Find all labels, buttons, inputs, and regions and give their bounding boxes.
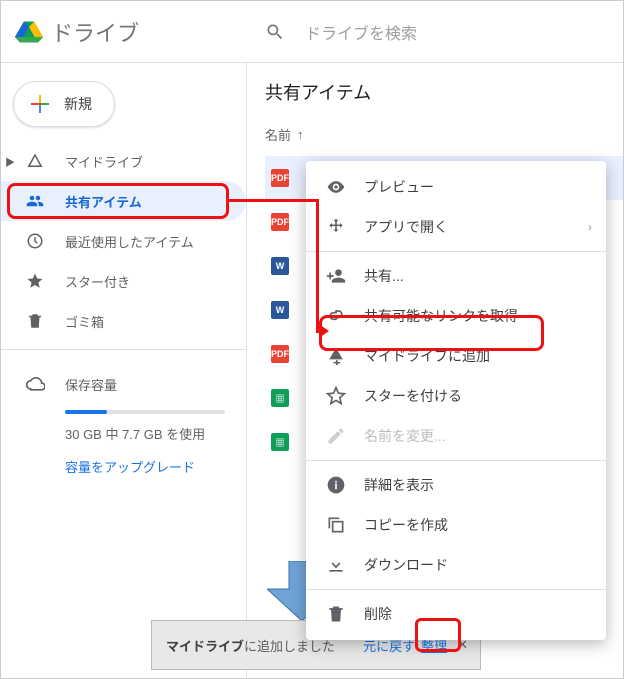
word-icon: W xyxy=(271,301,289,319)
nav-label: 最近使用したアイテム xyxy=(65,232,194,251)
ctx-add-to-drive[interactable]: マイドライブに追加 xyxy=(306,336,606,376)
download-icon xyxy=(326,555,346,575)
new-button[interactable]: 新規 xyxy=(13,81,115,127)
ctx-open-with[interactable]: アプリで開く › xyxy=(306,207,606,247)
ctx-label: スターを付ける xyxy=(364,386,462,406)
info-icon xyxy=(326,475,346,495)
ctx-share[interactable]: 共有... xyxy=(306,256,606,296)
page-title: 共有アイテム xyxy=(265,79,623,105)
search-placeholder: ドライブを検索 xyxy=(305,20,417,44)
link-icon xyxy=(326,306,346,326)
context-menu: プレビュー アプリで開く › 共有... 共有可能なリンクを取得 マイドライブに… xyxy=(306,161,606,640)
sheet-icon: ▦ xyxy=(271,389,289,407)
storage-heading: 保存容量 xyxy=(65,375,117,394)
ctx-label: 共有... xyxy=(364,266,404,286)
separator xyxy=(306,460,606,461)
ctx-label: マイドライブに追加 xyxy=(364,346,490,366)
ctx-label: アプリで開く xyxy=(364,217,448,237)
ctx-label: 共有可能なリンクを取得 xyxy=(364,306,518,326)
pdf-icon: PDF xyxy=(271,213,289,231)
nav-item-shared[interactable]: 共有アイテム xyxy=(1,181,246,221)
chevron-right-icon[interactable]: ▶ xyxy=(5,154,15,169)
column-header-name[interactable]: 名前 ↑ xyxy=(265,125,623,144)
ctx-label: 詳細を表示 xyxy=(364,475,434,495)
clock-icon xyxy=(25,231,45,251)
nav-item-my-drive[interactable]: ▶ マイドライブ xyxy=(1,141,246,181)
drive-triangle-icon xyxy=(25,151,45,171)
search-bar[interactable]: ドライブを検索 xyxy=(247,20,623,44)
new-button-label: 新規 xyxy=(64,94,92,114)
trash-icon xyxy=(326,604,346,624)
nav-item-recent[interactable]: 最近使用したアイテム xyxy=(1,221,246,261)
ctx-rename: 名前を変更... xyxy=(306,416,606,456)
drive-logo-icon xyxy=(15,18,43,46)
nav-label: マイドライブ xyxy=(65,152,143,171)
ctx-label: ダウンロード xyxy=(364,555,448,575)
separator xyxy=(306,251,606,252)
search-icon xyxy=(265,22,285,42)
ctx-preview[interactable]: プレビュー xyxy=(306,167,606,207)
ctx-remove[interactable]: 削除 xyxy=(306,594,606,634)
nav-label: 共有アイテム xyxy=(65,192,142,211)
ctx-copy[interactable]: コピーを作成 xyxy=(306,505,606,545)
separator xyxy=(306,589,606,590)
people-icon xyxy=(25,191,45,211)
sort-arrow-icon: ↑ xyxy=(297,127,304,142)
nav-list: ▶ マイドライブ 共有アイテム 最近使用したアイテム スター付き xyxy=(1,141,246,341)
ctx-details[interactable]: 詳細を表示 xyxy=(306,465,606,505)
storage-bar-fill xyxy=(65,410,107,414)
toast-bold: マイドライブ xyxy=(166,639,244,654)
sidebar: 新規 ▶ マイドライブ 共有アイテム 最近使用したアイテム スター付き xyxy=(1,63,247,678)
copy-icon xyxy=(326,515,346,535)
pdf-icon: PDF xyxy=(271,169,289,187)
annotation-arrow-head xyxy=(319,324,329,338)
ctx-label: 削除 xyxy=(364,604,392,624)
ctx-label: プレビュー xyxy=(364,177,434,197)
star-outline-icon xyxy=(326,386,346,406)
eye-icon xyxy=(326,177,346,197)
star-icon xyxy=(25,271,45,291)
sheet-icon: ▦ xyxy=(271,433,289,451)
ctx-label: 名前を変更... xyxy=(364,426,446,446)
nav-item-starred[interactable]: スター付き xyxy=(1,261,246,301)
trash-icon xyxy=(25,311,45,331)
move-icon xyxy=(326,217,346,237)
annotation-arrow xyxy=(227,199,319,202)
storage-section: 保存容量 30 GB 中 7.7 GB を使用 容量をアップグレード xyxy=(1,358,246,477)
ctx-star[interactable]: スターを付ける xyxy=(306,376,606,416)
cloud-icon xyxy=(25,374,45,394)
nav-item-trash[interactable]: ゴミ箱 xyxy=(1,301,246,341)
upgrade-storage-link[interactable]: 容量をアップグレード xyxy=(65,457,195,476)
drive-add-icon xyxy=(326,346,346,366)
chevron-right-icon: › xyxy=(588,220,592,234)
ctx-label: コピーを作成 xyxy=(364,515,448,535)
word-icon: W xyxy=(271,257,289,275)
annotation-arrow xyxy=(316,199,319,333)
brand: ドライブ xyxy=(1,16,247,48)
plus-icon xyxy=(28,92,52,116)
person-add-icon xyxy=(326,266,346,286)
toast-rest: に追加しました xyxy=(244,639,335,654)
pdf-icon: PDF xyxy=(271,345,289,363)
pencil-icon xyxy=(326,426,346,446)
nav-label: スター付き xyxy=(65,272,130,291)
storage-text: 30 GB 中 7.7 GB を使用 xyxy=(65,424,246,443)
ctx-get-link[interactable]: 共有可能なリンクを取得 xyxy=(306,296,606,336)
ctx-download[interactable]: ダウンロード xyxy=(306,545,606,585)
storage-bar xyxy=(65,410,225,414)
column-header-label: 名前 xyxy=(265,125,291,144)
brand-name: ドライブ xyxy=(51,16,139,48)
nav-label: ゴミ箱 xyxy=(65,312,104,331)
divider xyxy=(1,349,246,350)
